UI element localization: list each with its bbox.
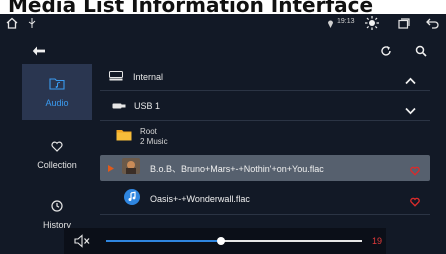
folder-icon xyxy=(116,128,132,146)
storage-label: USB 1 xyxy=(134,101,161,111)
audio-folder-icon xyxy=(49,77,65,95)
location-pin-icon xyxy=(325,15,335,31)
search-icon[interactable] xyxy=(412,42,430,60)
volume-slider-thumb[interactable] xyxy=(217,237,226,245)
media-screen: 19:13 Audio Collection History Internal … xyxy=(0,14,446,254)
divider xyxy=(100,120,430,121)
storage-label: Internal xyxy=(133,72,164,82)
folder-count: 2 Music xyxy=(140,137,168,146)
heart-outline-icon[interactable] xyxy=(410,194,420,207)
internal-storage-icon xyxy=(109,68,123,86)
sidebar-item-collection[interactable]: Collection xyxy=(22,134,92,174)
folder-row[interactable]: Root 2 Music xyxy=(100,124,430,150)
refresh-icon[interactable] xyxy=(377,42,395,60)
status-time: 19:13 xyxy=(337,18,355,25)
chevron-up-icon[interactable] xyxy=(405,72,416,90)
divider xyxy=(100,90,430,91)
back-arrow-icon[interactable] xyxy=(424,15,440,31)
song-row[interactable]: B.o.B、Bruno+Mars+-+Nothin'+on+You.flac xyxy=(100,155,430,181)
sidebar: Audio Collection History xyxy=(0,64,95,254)
heart-outline-icon xyxy=(51,139,63,157)
divider xyxy=(100,214,430,215)
music-note-icon xyxy=(124,188,140,210)
usb-storage-icon xyxy=(112,97,126,115)
storage-row-internal[interactable]: Internal xyxy=(100,64,430,90)
brightness-icon[interactable] xyxy=(364,15,380,31)
clock-icon xyxy=(51,199,63,217)
volume-track-fill xyxy=(106,240,222,242)
song-title: Oasis+-+Wonderwall.flac xyxy=(150,194,250,204)
window-icon[interactable] xyxy=(396,15,412,31)
album-art-icon xyxy=(122,157,140,179)
home-icon[interactable] xyxy=(4,15,20,31)
status-bar: 19:13 xyxy=(0,14,446,32)
sidebar-item-audio[interactable]: Audio xyxy=(22,64,92,120)
usb-icon xyxy=(26,15,38,31)
playing-indicator-icon xyxy=(108,159,114,177)
chevron-down-icon[interactable] xyxy=(405,102,416,120)
song-row[interactable]: Oasis+-+Wonderwall.flac xyxy=(100,186,430,212)
sidebar-item-label: Audio xyxy=(45,97,69,108)
volume-value: 19 xyxy=(372,236,383,246)
mute-speaker-icon[interactable] xyxy=(74,234,90,253)
heart-outline-icon[interactable] xyxy=(410,163,420,176)
storage-row-usb[interactable]: USB 1 xyxy=(100,93,430,119)
volume-bar: 19 xyxy=(64,228,386,254)
sidebar-item-label: Collection xyxy=(37,159,77,170)
song-title: B.o.B、Bruno+Mars+-+Nothin'+on+You.flac xyxy=(150,163,324,174)
back-arrow-icon[interactable] xyxy=(30,42,48,60)
folder-name: Root xyxy=(140,127,157,136)
